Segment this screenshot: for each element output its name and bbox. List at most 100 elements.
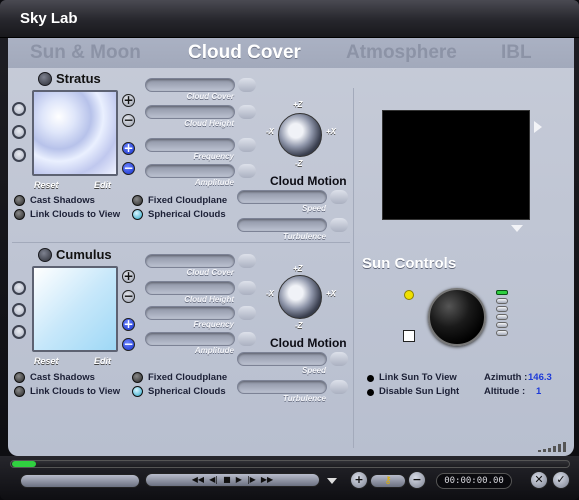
stratus-amplitude-knob[interactable] xyxy=(238,164,256,178)
stratus-preset-3[interactable] xyxy=(12,148,26,162)
link-sun-bullet-icon[interactable] xyxy=(367,375,374,382)
cumulus-link-clouds-radio[interactable] xyxy=(14,386,25,397)
stratus-direction-trackball[interactable] xyxy=(278,113,322,157)
stratus-turbulence-knob[interactable] xyxy=(330,218,348,232)
signal-strength-icon xyxy=(538,442,572,452)
tab-sun-moon[interactable]: Sun & Moon xyxy=(30,42,141,64)
cumulus-frequency-knob[interactable] xyxy=(238,306,256,320)
cumulus-spherical-clouds-radio[interactable] xyxy=(132,386,143,397)
stratus-cast-shadows-label: Cast Shadows xyxy=(30,195,95,206)
preview-expand-arrow-icon[interactable] xyxy=(534,121,542,133)
cumulus-cloud-height-slider[interactable] xyxy=(145,281,235,295)
stratus-spherical-clouds-radio[interactable] xyxy=(132,209,143,220)
cumulus-reset-button[interactable]: Reset xyxy=(34,356,59,366)
altitude-label: Altitude : xyxy=(484,386,526,397)
stratus-cloud-cover-slider[interactable] xyxy=(145,78,235,92)
title-bar[interactable]: Sky Lab xyxy=(0,0,579,38)
keyframe-buttons[interactable] xyxy=(20,474,140,488)
cumulus-speed-knob[interactable] xyxy=(330,352,348,366)
stratus-cloud-height-knob[interactable] xyxy=(238,105,256,119)
disable-sun-light-label[interactable]: Disable Sun Light xyxy=(379,386,459,397)
sun-level-step-1[interactable] xyxy=(496,298,508,304)
cumulus-direction-trackball[interactable] xyxy=(278,275,322,319)
stratus-cloud-height-label: Cloud Height xyxy=(184,119,234,128)
cumulus-turbulence-knob[interactable] xyxy=(330,380,348,394)
stratus-plus-button[interactable]: + xyxy=(122,94,135,107)
stratus-speed-label: Speed xyxy=(301,204,326,213)
sun-level-step-5[interactable] xyxy=(496,330,508,336)
cumulus-amplitude-knob[interactable] xyxy=(238,332,256,346)
sun-level-step-3[interactable] xyxy=(496,314,508,320)
stratus-cloud-cover-knob[interactable] xyxy=(238,78,256,92)
stratus-preset-1[interactable] xyxy=(12,102,26,116)
disable-sun-bullet-icon[interactable] xyxy=(367,389,374,396)
sun-level-step-4[interactable] xyxy=(496,322,508,328)
stratus-amplitude-label: Amplitude xyxy=(194,178,234,187)
cumulus-minus-button[interactable]: − xyxy=(122,290,135,303)
cumulus-amplitude-label: Amplitude xyxy=(194,346,234,355)
timecode-display[interactable]: 00:00:00.00 xyxy=(436,473,512,489)
stratus-cast-shadows-radio[interactable] xyxy=(14,195,25,206)
stratus-plus-blue-button[interactable]: + xyxy=(122,142,135,155)
stratus-axis-right: +X xyxy=(326,127,337,136)
tab-cloud-cover[interactable]: Cloud Cover xyxy=(188,42,301,64)
window-title: Sky Lab xyxy=(20,10,78,27)
link-sun-to-view-label[interactable]: Link Sun To View xyxy=(379,372,457,383)
stratus-frequency-knob[interactable] xyxy=(238,138,256,152)
cumulus-preview[interactable] xyxy=(32,266,118,352)
cumulus-plus-blue-button[interactable]: + xyxy=(122,318,135,331)
sun-position-dial[interactable] xyxy=(428,288,486,346)
cumulus-cloud-cover-knob[interactable] xyxy=(238,254,256,268)
cumulus-preset-3[interactable] xyxy=(12,325,26,339)
cumulus-minus-blue-button[interactable]: − xyxy=(122,338,135,351)
stratus-edit-button[interactable]: Edit xyxy=(94,180,111,190)
cumulus-cast-shadows-radio[interactable] xyxy=(14,372,25,383)
confirm-button[interactable]: ✓ xyxy=(552,471,570,489)
remove-keyframe-button[interactable]: − xyxy=(408,471,426,489)
cumulus-cloud-height-label: Cloud Height xyxy=(184,295,234,304)
cumulus-toggle[interactable] xyxy=(38,248,52,262)
stratus-minus-button[interactable]: − xyxy=(122,114,135,127)
timeline-track[interactable] xyxy=(10,460,570,468)
sun-level-step-2[interactable] xyxy=(496,306,508,312)
playback-controls[interactable]: ◀◀ ◀| ■ ▶ |▶ ▶▶ xyxy=(145,473,320,487)
timeline-playhead[interactable] xyxy=(12,461,36,467)
stratus-speed-slider[interactable] xyxy=(237,190,327,204)
stratus-toggle[interactable] xyxy=(38,72,52,86)
stratus-frequency-slider[interactable] xyxy=(145,138,235,152)
cumulus-plus-button[interactable]: + xyxy=(122,270,135,283)
stratus-minus-blue-button[interactable]: − xyxy=(122,162,135,175)
cumulus-amplitude-slider[interactable] xyxy=(145,332,235,346)
cancel-button[interactable]: ✕ xyxy=(530,471,548,489)
cumulus-preset-1[interactable] xyxy=(12,281,26,295)
cumulus-preset-2[interactable] xyxy=(12,303,26,317)
stratus-cloud-height-slider[interactable] xyxy=(145,105,235,119)
cumulus-turbulence-slider[interactable] xyxy=(237,380,327,394)
cumulus-frequency-slider[interactable] xyxy=(145,306,235,320)
stratus-link-clouds-radio[interactable] xyxy=(14,209,25,220)
stratus-turbulence-slider[interactable] xyxy=(237,218,327,232)
stratus-reset-button[interactable]: Reset xyxy=(34,180,59,190)
stratus-axis-down: -Z xyxy=(295,159,303,168)
cumulus-cloud-height-knob[interactable] xyxy=(238,281,256,295)
stratus-amplitude-slider[interactable] xyxy=(145,164,235,178)
tab-ibl[interactable]: IBL xyxy=(501,42,532,64)
stratus-fixed-cloudplane-radio[interactable] xyxy=(132,195,143,206)
altitude-value[interactable]: 1 xyxy=(536,386,541,397)
cumulus-edit-button[interactable]: Edit xyxy=(94,356,111,366)
stratus-speed-knob[interactable] xyxy=(330,190,348,204)
add-keyframe-button[interactable]: + xyxy=(350,471,368,489)
playback-menu-arrow-icon[interactable] xyxy=(327,478,337,484)
tab-atmosphere[interactable]: Atmosphere xyxy=(346,42,457,64)
sky-preview-viewport[interactable] xyxy=(382,110,530,220)
stratus-preview[interactable] xyxy=(32,90,118,176)
key-icon[interactable]: ⚷ xyxy=(370,474,406,488)
azimuth-value[interactable]: 146.3 xyxy=(528,372,552,383)
cumulus-cloud-cover-slider[interactable] xyxy=(145,254,235,268)
stratus-preset-2[interactable] xyxy=(12,125,26,139)
preview-menu-arrow-icon[interactable] xyxy=(511,225,523,232)
stratus-cloud-motion-title: Cloud Motion xyxy=(270,174,347,188)
cumulus-fixed-cloudplane-radio[interactable] xyxy=(132,372,143,383)
stratus-axis-left: -X xyxy=(266,127,274,136)
cumulus-speed-slider[interactable] xyxy=(237,352,327,366)
